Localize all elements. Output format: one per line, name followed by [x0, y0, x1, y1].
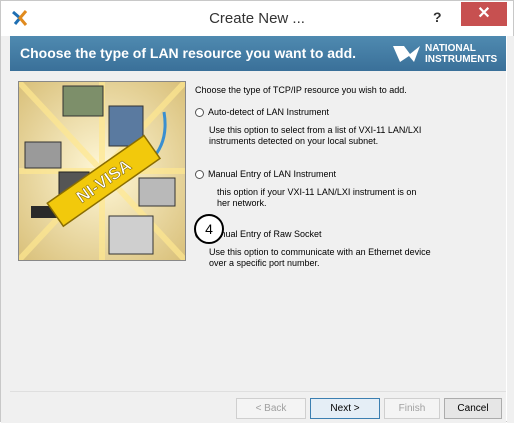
ni-logo-text: NATIONAL INSTRUMENTS	[425, 43, 497, 65]
raw-socket-desc-line1: Use this option to communicate with an E…	[209, 247, 431, 257]
wizard-content: NI-VISA Choose the type of TCP/IP resour…	[10, 71, 506, 391]
auto-detect-desc-line1: Use this option to select from a list of…	[209, 125, 422, 135]
option-manual-lan[interactable]: Manual Entry of LAN Instrument	[195, 169, 336, 179]
manual-lan-radio[interactable]	[195, 169, 204, 179]
auto-detect-desc-line2: instruments detected on your local subne…	[209, 136, 379, 146]
ni-logo-line2: INSTRUMENTS	[425, 54, 498, 65]
header-title: Choose the type of LAN resource you want…	[20, 45, 357, 61]
instruments-collage: NI-VISA	[19, 82, 185, 260]
left-frame-strip	[1, 36, 10, 423]
ni-eagle-icon	[393, 46, 420, 62]
help-button[interactable]: ?	[433, 9, 442, 25]
manual-lan-desc-line1: this option if your VXI-11 LAN/LXI instr…	[217, 187, 417, 197]
auto-detect-label: Auto-detect of LAN Instrument	[208, 107, 330, 117]
manual-lan-label: Manual Entry of LAN Instrument	[208, 169, 337, 179]
right-frame-strip	[507, 36, 514, 423]
cancel-button[interactable]: Cancel	[444, 398, 502, 419]
wizard-header: Choose the type of LAN resource you want…	[10, 36, 506, 71]
auto-detect-radio[interactable]	[195, 107, 204, 117]
next-button[interactable]: Next >	[310, 398, 380, 419]
ni-logo-line1: NATIONAL	[425, 43, 476, 54]
create-new-dialog: Create New ... ? ✕ Choose the type of LA…	[0, 0, 514, 423]
raw-socket-description: Use this option to communicate with an E…	[209, 247, 469, 269]
back-button[interactable]: < Back	[236, 398, 306, 419]
finish-button[interactable]: Finish	[384, 398, 440, 419]
option-auto-detect[interactable]: Auto-detect of LAN Instrument	[195, 107, 329, 117]
close-button[interactable]: ✕	[461, 2, 507, 26]
national-instruments-logo: NATIONAL INSTRUMENTS	[392, 42, 500, 66]
raw-socket-label: Manual Entry of Raw Socket	[208, 229, 322, 239]
ni-visa-illustration: NI-VISA	[18, 81, 186, 261]
auto-detect-description: Use this option to select from a list of…	[209, 125, 469, 147]
intro-text: Choose the type of TCP/IP resource you w…	[195, 85, 407, 95]
raw-socket-desc-line2: over a specific port number.	[209, 258, 320, 268]
manual-lan-description: this option if your VXI-11 LAN/LXI instr…	[217, 187, 477, 209]
wizard-footer: < Back Next > Finish Cancel	[10, 391, 506, 423]
step-number-badge: 4	[194, 214, 224, 244]
manual-lan-desc-line2: her network.	[217, 198, 267, 208]
title-bar: Create New ... ? ✕	[1, 1, 513, 35]
